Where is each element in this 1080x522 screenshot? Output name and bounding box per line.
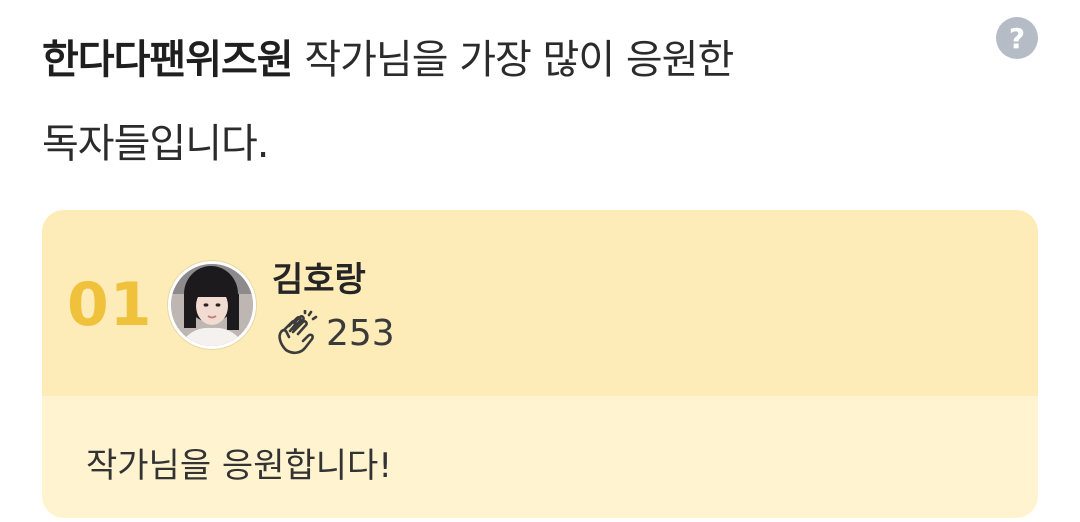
supporter-card: 01 김호랑 253 작가님을 응원합니다! xyxy=(42,210,1038,518)
intro-line-2: 독자들입니다. xyxy=(42,121,270,167)
supporter-name[interactable]: 김호랑 xyxy=(272,252,366,301)
intro-line-1-text: 작가님을 가장 많이 응원한 xyxy=(292,37,734,83)
clap-count: 253 xyxy=(326,312,395,354)
clapping-hands-icon xyxy=(278,310,318,355)
intro-text: 한다다팬위즈원 작가님을 가장 많이 응원한 독자들입니다. xyxy=(42,18,942,186)
rank-number: 01 xyxy=(67,270,153,340)
fan-club-name: 한다다팬위즈원 xyxy=(42,37,294,83)
help-glyph: ? xyxy=(1008,21,1026,55)
support-message: 작가님을 응원합니다! xyxy=(86,446,392,486)
supporter-card-header: 01 김호랑 253 xyxy=(42,210,1038,396)
avatar-image xyxy=(171,264,253,346)
question-circle-icon[interactable]: ? xyxy=(996,17,1038,59)
intro-line-1: 한다다팬위즈원 작가님을 가장 많이 응원한 xyxy=(42,18,942,102)
clap-count-row: 253 xyxy=(272,310,395,356)
avatar[interactable] xyxy=(168,261,256,349)
